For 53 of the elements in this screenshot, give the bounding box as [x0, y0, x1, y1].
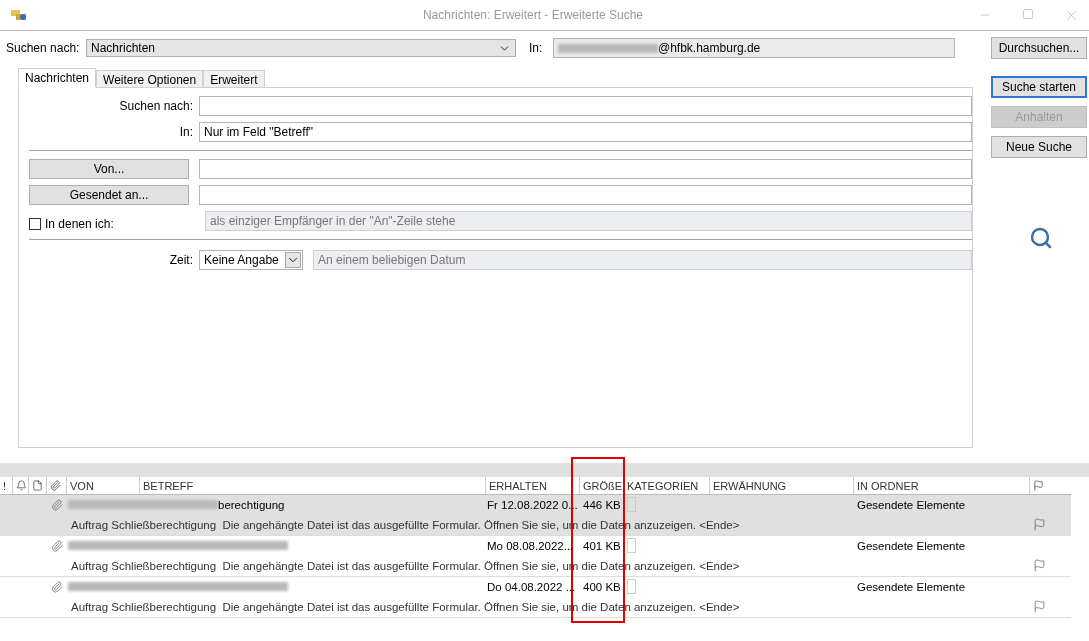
window-title: Nachrichten: Erweitert - Erweiterte Suche — [421, 8, 645, 22]
column-header[interactable] — [12, 477, 28, 494]
column-header[interactable]: ERWÄHNUNG — [709, 477, 853, 494]
folder-text: Gesendete Elemente — [857, 497, 966, 512]
text-field[interactable]: Nur im Feld "Betreff" — [199, 122, 972, 142]
column-header[interactable]: GRÖßE — [579, 477, 623, 494]
flag-icon[interactable] — [1033, 559, 1046, 572]
document-icon — [32, 480, 43, 491]
size-text: 446 KB — [583, 497, 621, 512]
category-box — [627, 538, 636, 553]
size-text: 400 KB — [583, 579, 621, 594]
field-label: Zeit: — [168, 253, 193, 267]
field-label: Suchen nach: — [6, 41, 81, 55]
location-field[interactable]: @hfbk.hamburg.de — [553, 38, 955, 58]
dialog-button[interactable]: Neue Suche — [991, 136, 1087, 158]
text-field[interactable] — [199, 96, 972, 116]
text-field[interactable] — [199, 159, 972, 179]
field-label: Suchen nach: — [118, 99, 193, 113]
column-header[interactable]: IN ORDNER — [853, 477, 1029, 494]
chevron-down-icon — [285, 252, 301, 268]
bell-icon — [16, 480, 27, 491]
maximize-icon[interactable] — [1022, 7, 1034, 20]
search-icon — [1029, 226, 1053, 250]
folder-text: Gesendete Elemente — [857, 579, 966, 594]
flag-icon — [1033, 480, 1044, 491]
tab[interactable]: Nachrichten — [18, 68, 97, 88]
folder-text: Gesendete Elemente — [857, 538, 966, 553]
address-button[interactable]: Von... — [29, 159, 189, 179]
text-field[interactable] — [199, 185, 972, 205]
column-header[interactable]: ! — [0, 477, 12, 494]
field-label: In: — [178, 125, 193, 139]
column-header[interactable]: ERHALTEN — [485, 477, 579, 494]
paperclip-icon — [50, 480, 61, 491]
checkbox-label: In denen ich: — [45, 217, 114, 231]
subject-text: berechtigung — [218, 497, 285, 512]
tab[interactable]: Erweitert — [203, 70, 265, 88]
address-button[interactable]: Gesendet an... — [29, 185, 189, 205]
date-text: Do 04.08.2022 ... — [487, 579, 576, 594]
app-icon — [10, 8, 28, 22]
category-box — [627, 579, 636, 594]
column-header[interactable]: VON — [66, 477, 139, 494]
size-text: 401 KB — [583, 538, 621, 553]
flag-icon[interactable] — [1033, 518, 1046, 531]
dialog-button[interactable]: Durchsuchen... — [991, 37, 1087, 59]
flag-icon[interactable] — [1033, 600, 1046, 613]
date-field: An einem beliebigen Datum — [313, 250, 972, 270]
column-header[interactable]: KATEGORIEN — [623, 477, 709, 494]
tab[interactable]: Weitere Optionen — [96, 70, 204, 88]
recipient-field: als einziger Empfänger in der "An"-Zeile stehe — [205, 211, 972, 231]
dialog-button[interactable]: Suche starten — [991, 76, 1087, 98]
column-header[interactable]: BETREFF — [139, 477, 485, 494]
field-label: In: — [529, 41, 544, 55]
search-type-dropdown[interactable]: Nachrichten — [86, 39, 516, 57]
